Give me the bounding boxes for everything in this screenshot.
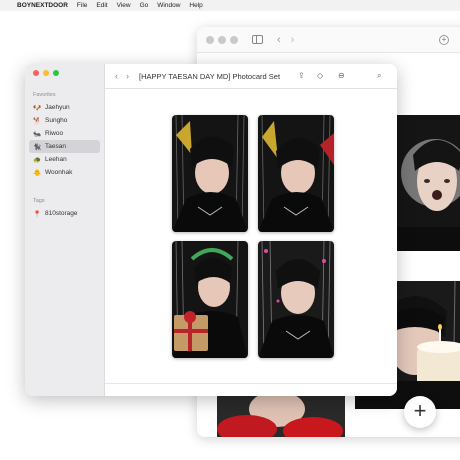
minimize-button[interactable] [43, 70, 49, 76]
share-icon[interactable]: ⇪ [298, 71, 305, 80]
tag-icon[interactable]: ◇ [317, 71, 323, 80]
ant-icon: 🐜 [33, 130, 42, 138]
sidebar-item-label: Leehan [45, 156, 67, 163]
status-bar-divider [105, 383, 397, 384]
sidebar-item-label: Woonhak [45, 169, 73, 176]
photocard-4[interactable] [258, 241, 334, 358]
finder-window[interactable]: Favorites 🐶 Jaehyun 🐕 Sungho 🐜 Riwoo 🐈‍⬛… [25, 64, 397, 396]
sidebar-item-taesan[interactable]: 🐈‍⬛ Taesan [29, 140, 100, 153]
menu-view[interactable]: View [117, 2, 131, 9]
sidebar-item-label: 810storage [45, 210, 78, 217]
finder-main: ‹ › [HAPPY TAESAN DAY MD] Photocard Set … [105, 64, 397, 396]
more-options-icon[interactable]: ⊖ [338, 71, 345, 80]
forward-icon[interactable]: › [291, 34, 295, 46]
close-button[interactable] [33, 70, 39, 76]
sidebar-item-riwoo[interactable]: 🐜 Riwoo [29, 127, 100, 140]
sidebar-item-label: Taesan [45, 143, 66, 150]
menu-window[interactable]: Window [157, 2, 180, 9]
window-dot[interactable] [206, 35, 214, 44]
turtle-icon: 🐢 [33, 156, 42, 164]
photo-balloon[interactable] [397, 115, 460, 251]
add-button[interactable]: + [404, 396, 436, 428]
sidebar-toggle-icon[interactable] [252, 35, 263, 44]
back-icon[interactable]: ‹ [115, 71, 118, 81]
sidebar-item-woonhak[interactable]: 🐥 Woonhak [29, 166, 100, 179]
photocard-2[interactable] [258, 115, 334, 232]
photo-red-top[interactable] [217, 395, 345, 437]
window-dot[interactable] [218, 35, 226, 44]
sidebar: Favorites 🐶 Jaehyun 🐕 Sungho 🐜 Riwoo 🐈‍⬛… [25, 64, 105, 396]
menu-app-name[interactable]: BOYNEXTDOOR [17, 2, 68, 9]
menu-help[interactable]: Help [189, 2, 202, 9]
sidebar-item-leehan[interactable]: 🐢 Leehan [29, 153, 100, 166]
sidebar-tag-810storage[interactable]: 📍 810storage [29, 207, 100, 220]
favorites-section-title: Favorites [33, 92, 56, 98]
traffic-lights [25, 70, 104, 76]
sidebar-item-label: Sungho [45, 117, 68, 124]
sidebar-item-jaehyun[interactable]: 🐶 Jaehyun [29, 101, 100, 114]
sidebar-item-sungho[interactable]: 🐕 Sungho [29, 114, 100, 127]
finder-toolbar: ‹ › [HAPPY TAESAN DAY MD] Photocard Set [105, 64, 397, 89]
pin-icon: 📍 [33, 210, 42, 218]
puppy-icon: 🐶 [33, 104, 42, 112]
search-icon[interactable]: ⌕ [377, 71, 381, 81]
photocard-3[interactable] [172, 241, 248, 358]
sidebar-item-label: Jaehyun [45, 104, 70, 111]
sidebar-item-label: Riwoo [45, 130, 64, 137]
window-title: [HAPPY TAESAN DAY MD] Photocard Set [139, 71, 281, 81]
chick-icon: 🐥 [33, 169, 42, 177]
tags-section-title: Tags [33, 198, 45, 204]
forward-icon[interactable]: › [126, 71, 129, 81]
new-tab-icon[interactable]: + [439, 35, 449, 45]
dog-icon: 🐕 [33, 117, 42, 125]
back-icon[interactable]: ‹ [277, 34, 281, 46]
black-cat-icon: 🐈‍⬛ [33, 143, 42, 151]
menu-bar: BOYNEXTDOOR File Edit View Go Window Hel… [0, 0, 460, 11]
menu-file[interactable]: File [77, 2, 87, 9]
window-dot[interactable] [230, 35, 238, 44]
menu-go[interactable]: Go [140, 2, 149, 9]
photocard-1[interactable] [172, 115, 248, 232]
menu-edit[interactable]: Edit [96, 2, 107, 9]
zoom-button[interactable] [53, 70, 59, 76]
background-toolbar: ‹ › + [197, 27, 460, 53]
